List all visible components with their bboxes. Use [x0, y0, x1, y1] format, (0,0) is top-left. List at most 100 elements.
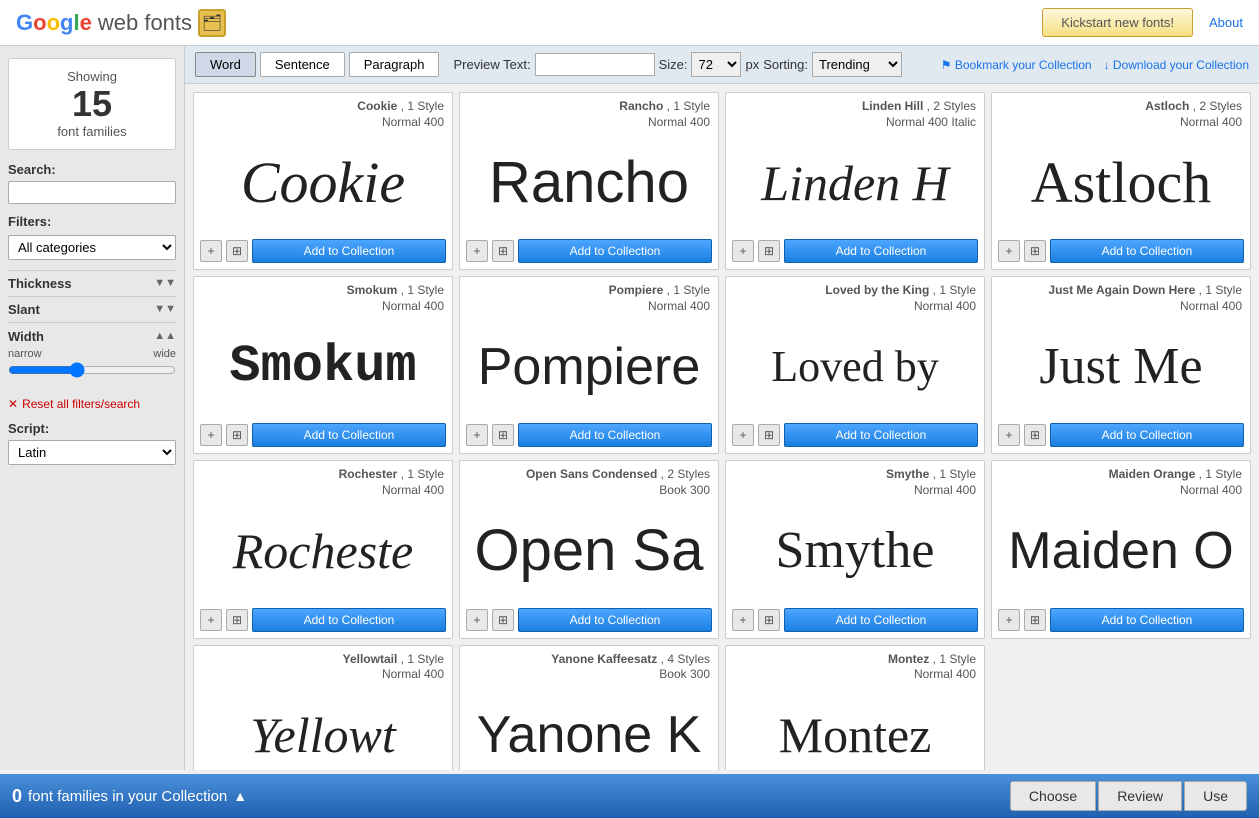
add-icon[interactable]: +	[200, 424, 222, 446]
sidebar: Showing 15 font families Search: Filters…	[0, 46, 185, 770]
size-select[interactable]: 72 36 24 14	[691, 52, 741, 77]
thickness-chevron-icon: ▼▼	[154, 277, 176, 289]
add-icon[interactable]: +	[732, 424, 754, 446]
add-icon[interactable]: +	[998, 240, 1020, 262]
font-card-header: Yellowtail , 1 Style Normal 400	[194, 646, 452, 683]
font-card-footer: + ⊞ Add to Collection	[194, 235, 452, 269]
tab-sentence[interactable]: Sentence	[260, 52, 345, 77]
add-to-collection-button[interactable]: Add to Collection	[518, 608, 712, 632]
preview-text-input[interactable]	[535, 53, 655, 76]
slant-label: Slant	[8, 302, 40, 317]
font-preview-area: Maiden O	[992, 499, 1250, 604]
font-weight: Book 300	[659, 483, 710, 497]
copy-icon[interactable]: ⊞	[492, 424, 514, 446]
content-area: Word Sentence Paragraph Preview Text: Si…	[185, 46, 1259, 770]
add-to-collection-button[interactable]: Add to Collection	[1050, 608, 1244, 632]
width-max-label: wide	[153, 348, 176, 360]
font-name: Astloch	[1145, 99, 1189, 113]
toolbar-links: ⚑ Bookmark your Collection ↓ Download yo…	[941, 58, 1249, 72]
logo-area: Google web fonts 🗂	[16, 9, 226, 37]
collection-arrow-icon: ▲	[233, 788, 247, 804]
font-grid: Cookie , 1 Style Normal 400 Cookie + ⊞ A…	[185, 84, 1259, 770]
add-icon[interactable]: +	[466, 424, 488, 446]
use-button[interactable]: Use	[1184, 781, 1247, 811]
tab-paragraph[interactable]: Paragraph	[349, 52, 440, 77]
add-to-collection-button[interactable]: Add to Collection	[518, 423, 712, 447]
copy-icon[interactable]: ⊞	[492, 240, 514, 262]
add-icon[interactable]: +	[200, 240, 222, 262]
sorting-select[interactable]: Trending Popularity Alphabetical Date Ad…	[812, 52, 902, 77]
font-card-header: Cookie , 1 Style Normal 400	[194, 93, 452, 130]
script-label: Script:	[8, 421, 176, 436]
font-preview-area: Astloch	[992, 130, 1250, 235]
search-input[interactable]	[8, 181, 176, 204]
font-card-footer: + ⊞ Add to Collection	[726, 419, 984, 453]
font-preview-area: Pompiere	[460, 314, 718, 419]
font-preview-text: Montez	[779, 710, 932, 760]
font-preview-text: Yellowt	[250, 710, 395, 760]
add-icon[interactable]: +	[732, 609, 754, 631]
add-to-collection-button[interactable]: Add to Collection	[1050, 423, 1244, 447]
kickstart-button[interactable]: Kickstart new fonts!	[1042, 8, 1193, 37]
font-card: Linden Hill , 2 Styles Normal 400 Italic…	[725, 92, 985, 270]
font-preview-text: Rancho	[489, 154, 689, 212]
script-select[interactable]: Latin Cyrillic Greek Hebrew Arabic Devan…	[8, 440, 176, 465]
copy-icon[interactable]: ⊞	[492, 609, 514, 631]
width-filter: Width ▲▲ narrow wide	[8, 322, 176, 387]
font-card: Montez , 1 Style Normal 400 Montez + ⊞ A…	[725, 645, 985, 770]
width-label: Width	[8, 329, 44, 344]
copy-icon[interactable]: ⊞	[1024, 609, 1046, 631]
add-to-collection-button[interactable]: Add to Collection	[252, 608, 446, 632]
add-to-collection-button[interactable]: Add to Collection	[1050, 239, 1244, 263]
copy-icon[interactable]: ⊞	[758, 424, 780, 446]
add-icon[interactable]: +	[466, 240, 488, 262]
reset-filters[interactable]: ✕ Reset all filters/search	[8, 397, 176, 411]
add-to-collection-button[interactable]: Add to Collection	[252, 239, 446, 263]
font-name: Smokum	[347, 283, 398, 297]
width-label-row: Width ▲▲	[8, 329, 176, 344]
font-card: Yanone Kaffeesatz , 4 Styles Book 300 Ya…	[459, 645, 719, 770]
copy-icon[interactable]: ⊞	[226, 424, 248, 446]
add-to-collection-button[interactable]: Add to Collection	[784, 423, 978, 447]
font-card-footer: + ⊞ Add to Collection	[726, 604, 984, 638]
add-icon[interactable]: +	[998, 609, 1020, 631]
font-preview-text: Cookie	[241, 154, 405, 212]
add-icon[interactable]: +	[200, 609, 222, 631]
font-name: Rochester	[339, 467, 398, 481]
category-select-wrapper: All categories Serif Sans-Serif Display …	[8, 235, 176, 260]
slant-filter[interactable]: Slant ▼▼	[8, 296, 176, 322]
font-name: Montez	[888, 652, 929, 666]
logo-g2: g	[60, 10, 73, 35]
about-link[interactable]: About	[1209, 15, 1243, 30]
add-icon[interactable]: +	[998, 424, 1020, 446]
copy-icon[interactable]: ⊞	[1024, 424, 1046, 446]
add-to-collection-button[interactable]: Add to Collection	[252, 423, 446, 447]
add-to-collection-button[interactable]: Add to Collection	[518, 239, 712, 263]
thickness-filter[interactable]: Thickness ▼▼	[8, 270, 176, 296]
copy-icon[interactable]: ⊞	[758, 240, 780, 262]
add-to-collection-button[interactable]: Add to Collection	[784, 608, 978, 632]
font-card: Open Sans Condensed , 2 Styles Book 300 …	[459, 460, 719, 638]
font-card-header: Pompiere , 1 Style Normal 400	[460, 277, 718, 314]
copy-icon[interactable]: ⊞	[226, 609, 248, 631]
font-card-header: Smokum , 1 Style Normal 400	[194, 277, 452, 314]
add-icon[interactable]: +	[732, 240, 754, 262]
copy-icon[interactable]: ⊞	[1024, 240, 1046, 262]
copy-icon[interactable]: ⊞	[758, 609, 780, 631]
width-slider[interactable]	[8, 362, 176, 378]
preview-text-label: Preview Text:	[453, 57, 530, 72]
copy-icon[interactable]: ⊞	[226, 240, 248, 262]
font-card-footer: + ⊞ Add to Collection	[992, 235, 1250, 269]
choose-button[interactable]: Choose	[1010, 781, 1096, 811]
category-select[interactable]: All categories Serif Sans-Serif Display …	[8, 235, 176, 260]
font-card: Smythe , 1 Style Normal 400 Smythe + ⊞ A…	[725, 460, 985, 638]
font-name: Smythe	[886, 467, 929, 481]
bookmark-link[interactable]: ⚑ Bookmark your Collection	[941, 58, 1092, 72]
tab-word[interactable]: Word	[195, 52, 256, 77]
add-icon[interactable]: +	[466, 609, 488, 631]
download-link[interactable]: ↓ Download your Collection	[1104, 58, 1249, 72]
add-to-collection-button[interactable]: Add to Collection	[784, 239, 978, 263]
font-preview-area: Linden H	[726, 130, 984, 235]
font-card: Rochester , 1 Style Normal 400 Rocheste …	[193, 460, 453, 638]
review-button[interactable]: Review	[1098, 781, 1182, 811]
